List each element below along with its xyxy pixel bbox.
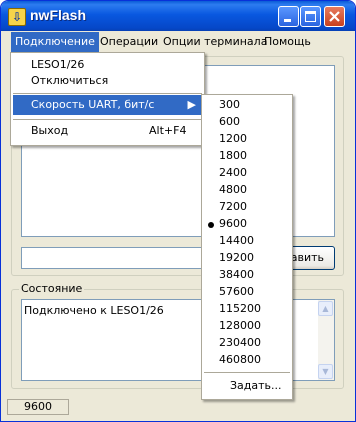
menu-item-uart-speed-label: Скорость UART, бит/с: [31, 98, 155, 111]
speed-option[interactable]: 38400: [219, 267, 254, 283]
speed-option[interactable]: 300: [219, 97, 240, 113]
menu-help[interactable]: Помощь: [260, 32, 315, 52]
speed-option[interactable]: 1800: [219, 148, 247, 164]
status-log-text: Подключено к LESO1/26: [24, 304, 164, 317]
menu-item-disconnect[interactable]: Отключиться: [13, 71, 202, 91]
minimize-icon: [284, 19, 291, 22]
status-group-label: Состояние: [19, 282, 85, 295]
app-download-arrow-icon: ⇩: [8, 8, 26, 26]
close-icon: [329, 11, 340, 22]
menu-separator: [13, 93, 202, 94]
menu-operations[interactable]: Операции: [96, 32, 162, 52]
menu-connection[interactable]: Подключение: [11, 32, 99, 52]
speed-option[interactable]: 128000: [219, 318, 261, 334]
connection-dropdown: LESO1/26 Отключиться Скорость UART, бит/…: [10, 52, 205, 146]
menu-bar: Подключение Операции Опции терминала Пом…: [5, 32, 351, 52]
uart-speed-submenu: 300 600 1200 1800 2400 4800 7200 9600 14…: [201, 94, 293, 400]
menu-separator: [204, 372, 290, 373]
status-bar: 9600: [5, 397, 351, 417]
title-bar[interactable]: ⇩ nwFlash: [1, 1, 355, 31]
status-log-scrollbar[interactable]: ▲ ▼: [318, 300, 334, 380]
speed-option[interactable]: 2400: [219, 165, 247, 181]
menu-separator: [13, 119, 202, 120]
speed-option-selected[interactable]: 9600: [219, 216, 247, 232]
speed-option[interactable]: 115200: [219, 301, 261, 317]
window-title: nwFlash: [30, 7, 87, 23]
menu-item-exit[interactable]: Выход Alt+F4: [13, 121, 202, 141]
speed-option[interactable]: 460800: [219, 352, 261, 368]
menu-item-exit-label: Выход: [31, 124, 69, 137]
speed-option[interactable]: 230400: [219, 335, 261, 351]
speed-option[interactable]: 14400: [219, 233, 254, 249]
menu-terminal-options[interactable]: Опции терминала: [159, 32, 271, 52]
maximize-icon: [305, 11, 316, 22]
maximize-button[interactable]: [300, 6, 321, 27]
scroll-down-arrow-icon[interactable]: ▼: [318, 364, 333, 379]
speed-option[interactable]: 600: [219, 114, 240, 130]
menu-item-exit-shortcut: Alt+F4: [149, 124, 187, 137]
menu-item-uart-speed[interactable]: Скорость UART, бит/с ▶: [13, 95, 202, 115]
speed-option[interactable]: 19200: [219, 250, 254, 266]
close-button[interactable]: [324, 6, 345, 27]
minimize-button[interactable]: [278, 6, 299, 27]
status-baud-rate: 9600: [7, 399, 69, 415]
selected-bullet-icon: [208, 222, 214, 228]
send-button-label: авить: [290, 251, 324, 264]
submenu-arrow-icon: ▶: [187, 98, 196, 111]
speed-option[interactable]: 7200: [219, 199, 247, 215]
speed-option-custom[interactable]: Задать...: [230, 378, 282, 394]
speed-option[interactable]: 4800: [219, 182, 247, 198]
speed-option[interactable]: 1200: [219, 131, 247, 147]
speed-option[interactable]: 57600: [219, 284, 254, 300]
scroll-up-arrow-icon[interactable]: ▲: [318, 301, 333, 316]
